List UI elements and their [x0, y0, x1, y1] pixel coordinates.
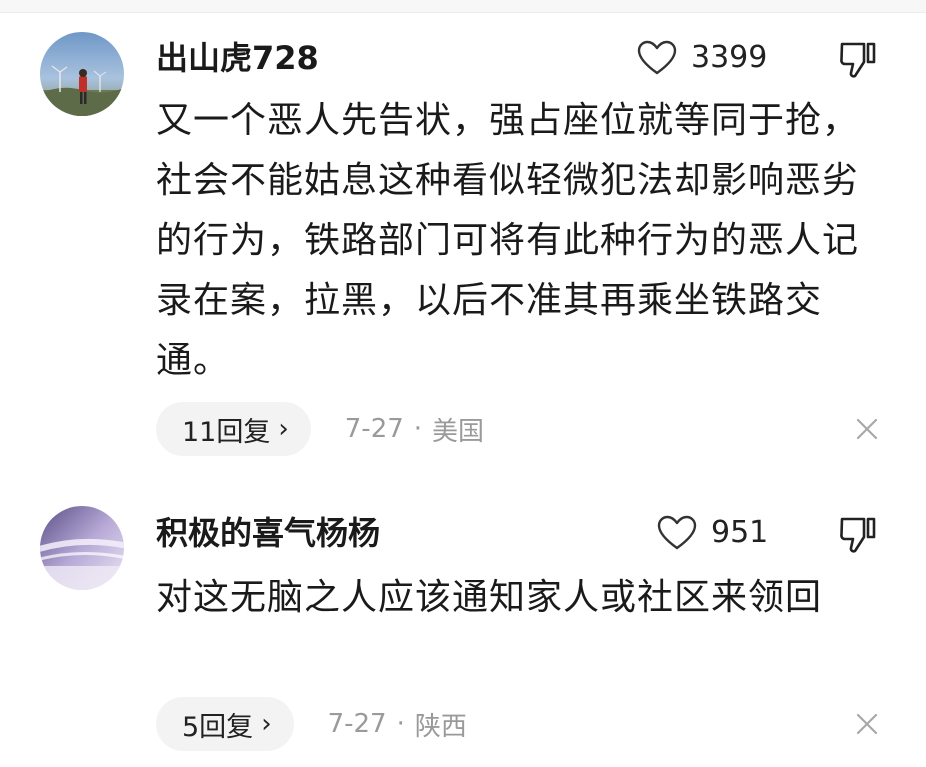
comment-meta: 11回复 › 7-27 · 美国 — [156, 402, 484, 456]
heart-outline-icon — [657, 515, 697, 550]
like-button[interactable]: 3399 — [637, 38, 767, 78]
close-icon[interactable] — [855, 417, 879, 441]
chevron-right-icon: › — [261, 709, 272, 739]
thumbs-down-icon[interactable] — [838, 40, 878, 80]
comment-date: 7-27 — [344, 414, 404, 444]
comment-meta: 5回复 › 7-27 · 陕西 — [156, 697, 467, 751]
avatar[interactable] — [40, 506, 124, 590]
top-divider — [0, 0, 926, 13]
replies-button[interactable]: 11回复 › — [156, 402, 311, 456]
heart-outline-icon — [637, 40, 677, 75]
comment-text: 又一个恶人先告状，强占座位就等同于抢，社会不能姑息这种看似轻微犯法却影响恶劣的行… — [156, 100, 860, 381]
username[interactable]: 积极的喜气杨杨 — [156, 513, 380, 553]
avatar[interactable] — [40, 32, 124, 116]
like-button[interactable]: 951 — [657, 513, 768, 553]
close-icon[interactable] — [855, 712, 879, 736]
username[interactable]: 出山虎728 — [156, 38, 319, 78]
chevron-right-icon: › — [278, 414, 289, 444]
comment-date: 7-27 — [327, 709, 387, 739]
replies-button[interactable]: 5回复 › — [156, 697, 294, 751]
separator-dot: · — [396, 709, 405, 739]
replies-label: 11回复 — [182, 416, 271, 448]
like-count: 951 — [711, 515, 769, 550]
comment-location: 陕西 — [414, 711, 467, 742]
like-count: 3399 — [691, 40, 768, 75]
replies-label: 5回复 — [182, 711, 254, 743]
comment-text: 对这无脑之人应该通知家人或社区来领回 — [156, 577, 823, 618]
thumbs-down-icon[interactable] — [838, 515, 878, 555]
separator-dot: · — [413, 414, 423, 444]
comment-location: 美国 — [432, 416, 485, 447]
